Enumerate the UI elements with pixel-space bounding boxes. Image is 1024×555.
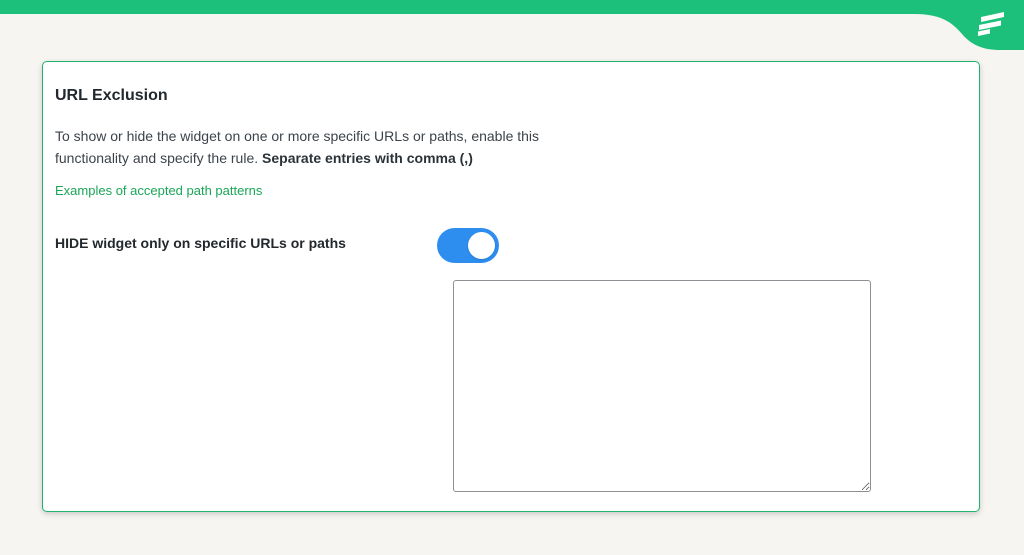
url-rules-textarea[interactable] — [453, 280, 871, 492]
url-exclusion-card: URL Exclusion To show or hide the widget… — [42, 61, 980, 512]
examples-path-patterns-link[interactable]: Examples of accepted path patterns — [55, 183, 262, 198]
section-title: URL Exclusion — [55, 87, 168, 104]
hide-widget-toggle[interactable] — [437, 228, 499, 263]
brand-header-shape — [900, 0, 1024, 50]
section-description: To show or hide the widget on one or mor… — [55, 125, 595, 169]
toggle-knob — [468, 232, 495, 259]
description-bold-text: Separate entries with comma (,) — [262, 150, 473, 166]
hide-widget-label: HIDE widget only on specific URLs or pat… — [55, 235, 346, 251]
